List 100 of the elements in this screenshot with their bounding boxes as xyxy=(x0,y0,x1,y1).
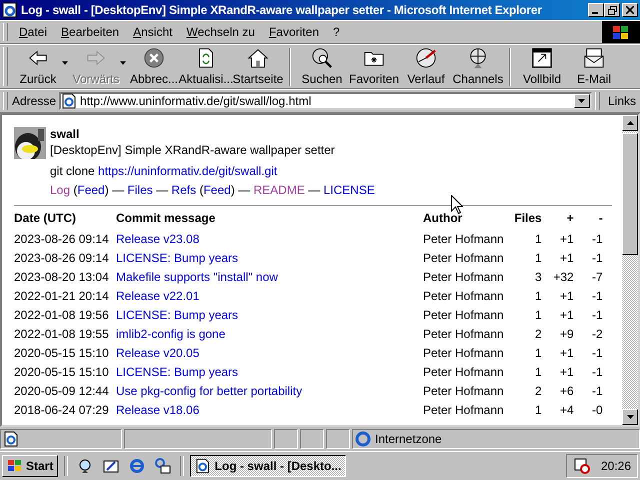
commit-link[interactable]: LICENSE: Bump years xyxy=(116,364,238,378)
scheduler-icon[interactable] xyxy=(574,458,590,474)
globe-icon xyxy=(467,47,489,69)
commit-link[interactable]: Release v22.01 xyxy=(116,288,200,302)
table-cell: 2020-05-09 12:44 xyxy=(14,384,109,398)
nav-link[interactable]: LICENSE xyxy=(324,183,375,197)
table-cell: Peter Hofmann xyxy=(423,326,504,340)
menu-item[interactable]: Ansicht xyxy=(126,25,180,39)
column-header: Files xyxy=(513,210,542,226)
table-cell: -0 xyxy=(592,402,603,416)
commit-link[interactable]: LICENSE: Bump years xyxy=(116,250,238,264)
table-cell: +6 xyxy=(560,384,574,398)
separator-text: — xyxy=(155,183,170,197)
table-cell: 2023-08-20 13:04 xyxy=(14,270,109,284)
windows-logo xyxy=(7,459,23,473)
clone-link[interactable]: https://uninformativ.de/git/swall.git xyxy=(98,164,278,178)
dropdown-button[interactable] xyxy=(574,94,590,108)
table-cell: Peter Hofmann xyxy=(423,384,504,398)
table-cell: Peter Hofmann xyxy=(423,308,504,322)
table-cell: 1 xyxy=(535,402,542,416)
table-cell: Peter Hofmann xyxy=(423,270,504,284)
toolbar-button[interactable]: Vollbild xyxy=(516,46,568,88)
table-cell: 2020-05-15 15:10 xyxy=(14,346,109,360)
restore-icon xyxy=(608,6,616,14)
toolbar-button[interactable]: Channels xyxy=(452,46,504,88)
separator-text: ( xyxy=(198,183,204,197)
table-cell: 2022-01-08 19:55 xyxy=(14,326,109,340)
nav-link[interactable]: README xyxy=(253,183,305,197)
nav-link[interactable]: Files xyxy=(127,183,153,197)
commit-link[interactable]: Makefile supports "install" now xyxy=(116,270,278,284)
table-cell: +9 xyxy=(560,326,574,340)
menu-item[interactable]: ? xyxy=(326,25,347,39)
commit-link[interactable]: Use pkg-config for better portability xyxy=(116,384,302,398)
nav-link[interactable]: Feed xyxy=(203,183,231,197)
commit-link[interactable]: imlib2-config is gone xyxy=(116,326,226,340)
table-cell: Peter Hofmann xyxy=(423,346,504,360)
menu-item[interactable]: Wechseln zu xyxy=(179,25,262,39)
toolbar-button[interactable]: Verlauf xyxy=(400,46,452,88)
commit-link[interactable]: Release v18.06 xyxy=(116,402,200,416)
restore-button[interactable] xyxy=(604,3,620,17)
nav-link[interactable]: Log xyxy=(50,183,70,197)
scroll-down-icon xyxy=(626,415,634,419)
nav-link[interactable]: Feed xyxy=(77,183,105,197)
commit-link[interactable]: LICENSE: Bump years xyxy=(116,308,238,322)
table-cell: -1 xyxy=(592,346,603,360)
table-cell: 2022-01-08 19:56 xyxy=(14,308,109,322)
column-header: + xyxy=(542,210,574,229)
table-cell: Peter Hofmann xyxy=(423,288,504,302)
nav-link[interactable]: Refs xyxy=(171,183,196,197)
toolbar-button[interactable]: Abbrec... xyxy=(128,46,180,88)
mail-icon xyxy=(583,47,605,69)
browser-icon[interactable] xyxy=(129,458,146,474)
separator-text: ) — xyxy=(104,183,126,197)
links-button[interactable]: Links xyxy=(604,94,640,108)
dropdown-arrow-icon[interactable] xyxy=(62,60,68,64)
table-cell: +1 xyxy=(560,308,574,322)
menu-item[interactable]: Favoriten xyxy=(262,25,326,39)
close-icon xyxy=(626,6,634,14)
vertical-scrollbar[interactable] xyxy=(622,115,638,425)
clock: 20:26 xyxy=(600,459,631,473)
windows-logo xyxy=(602,21,640,43)
separator-text: ( xyxy=(72,183,78,197)
stop-icon xyxy=(143,47,165,69)
start-button[interactable]: Start xyxy=(2,455,58,477)
toolbar-button[interactable]: Startseite xyxy=(232,46,284,88)
table-cell: +1 xyxy=(560,364,574,378)
table-cell: Peter Hofmann xyxy=(423,232,504,246)
toolbar-button[interactable]: Aktualisi... xyxy=(180,46,232,88)
table-cell: 1 xyxy=(535,250,542,264)
mail-icon[interactable] xyxy=(155,458,172,474)
taskbar-button[interactable]: Log - swall - [Deskto... xyxy=(190,455,346,477)
table-cell: +1 xyxy=(560,232,574,246)
table-cell: -1 xyxy=(592,250,603,264)
toolbar-button[interactable]: Zurück xyxy=(12,46,64,88)
table-cell: 2 xyxy=(535,326,542,340)
table-cell: +1 xyxy=(560,288,574,302)
globe-icon xyxy=(355,431,371,447)
toolbar-button[interactable]: Suchen xyxy=(296,46,348,88)
status-pane xyxy=(326,429,350,449)
toolbar-button[interactable]: Favoriten xyxy=(348,46,400,88)
separator-text: ) — xyxy=(230,183,252,197)
repo-name: swall xyxy=(50,127,80,141)
menu-item[interactable]: Datei xyxy=(12,25,54,39)
desktop-icon[interactable] xyxy=(103,458,120,474)
globe-icon[interactable] xyxy=(77,458,94,474)
toolbar-button[interactable]: E-Mail xyxy=(568,46,620,88)
penguin-logo xyxy=(14,127,46,159)
commit-link[interactable]: Release v20.05 xyxy=(116,346,200,360)
repo-description: [DesktopEnv] Simple XRandR-aware wallpaper setter xyxy=(50,143,335,157)
address-field[interactable]: http://www.uninformativ.de/git/swall/log.html xyxy=(59,92,592,110)
table-cell: -2 xyxy=(592,326,603,340)
commit-link[interactable]: Release v23.08 xyxy=(116,232,200,246)
page-icon xyxy=(3,431,19,447)
table-cell: 2020-05-15 15:10 xyxy=(14,364,109,378)
table-cell: 1 xyxy=(535,308,542,322)
close-button[interactable] xyxy=(622,3,638,17)
menu-item[interactable]: Bearbeiten xyxy=(54,25,126,39)
minimize-button[interactable] xyxy=(588,3,604,17)
window-icon xyxy=(531,47,553,69)
home-icon xyxy=(247,47,269,69)
